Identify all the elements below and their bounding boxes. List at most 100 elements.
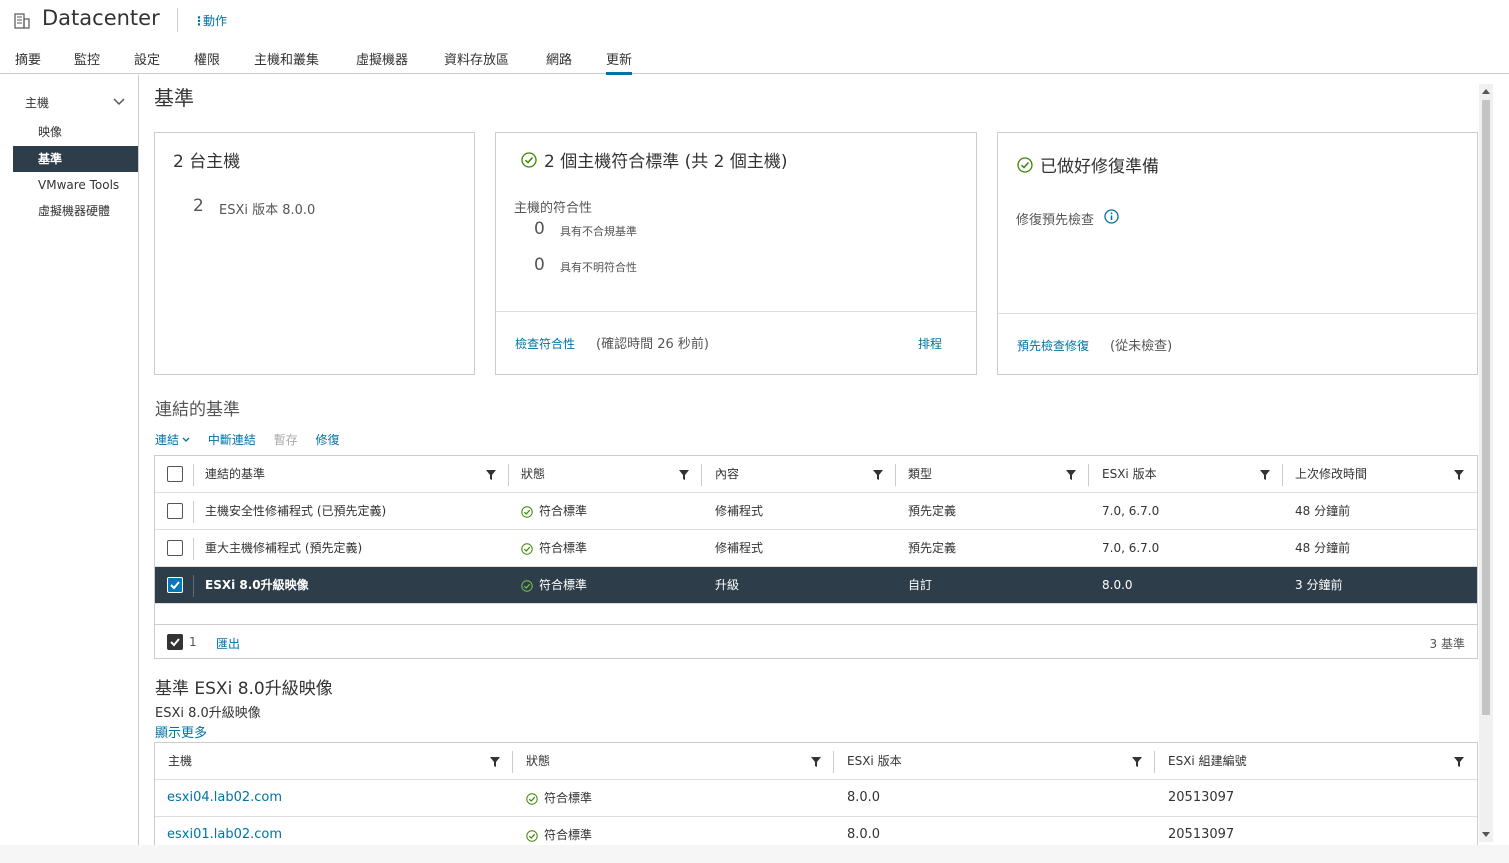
status-text: 符合標準 <box>544 828 593 842</box>
column-header-esxi-version[interactable]: ESXi 版本 <box>1102 456 1157 492</box>
sidebar-group-hosts[interactable]: 主機 <box>25 94 49 111</box>
filter-icon[interactable] <box>811 757 821 767</box>
info-icon[interactable] <box>1104 209 1119 224</box>
column-divider <box>508 464 509 486</box>
filter-icon[interactable] <box>486 470 496 480</box>
sidebar-item-vmware-tools[interactable]: VMware Tools <box>13 172 138 198</box>
host-status: 符合標準 <box>526 780 592 816</box>
host-build: 20513097 <box>1168 827 1235 842</box>
tab-permissions[interactable]: 權限 <box>194 49 220 73</box>
sidebar-item-images[interactable]: 映像 <box>13 119 138 145</box>
column-divider <box>833 751 834 773</box>
tab-configure[interactable]: 設定 <box>134 49 160 73</box>
filter-icon[interactable] <box>1454 757 1464 767</box>
row-checkbox[interactable] <box>167 540 183 556</box>
filter-icon[interactable] <box>1260 470 1270 480</box>
column-divider <box>1282 464 1283 486</box>
selected-count: 1 <box>189 635 197 649</box>
tab-bar: 摘要 監控 設定 權限 主機和叢集 虛擬機器 資料存放區 網路 更新 <box>0 42 1509 75</box>
unknown-count: 0 <box>534 255 545 275</box>
tab-monitor[interactable]: 監控 <box>74 49 100 73</box>
status-text: 符合標準 <box>544 791 593 805</box>
table-row[interactable]: esxi04.lab02.com 符合標準 8.0.0 20513097 <box>155 780 1477 817</box>
table-row[interactable]: 主機安全性修補程式 (已預先定義) 符合標準 修補程式 預先定義 7.0, 6.… <box>155 493 1477 530</box>
main-content: 基準 2 台主機 2 ESXi 版本 8.0.0 2 個主機符合標準 (共 2 … <box>140 75 1479 845</box>
check-compliance-link[interactable]: 檢查符合性 <box>515 335 575 352</box>
filter-icon[interactable] <box>1132 757 1142 767</box>
scrollbar-thumb[interactable] <box>1482 100 1490 715</box>
vertical-scrollbar[interactable] <box>1479 84 1493 842</box>
remediate-button[interactable]: 修復 <box>316 433 340 447</box>
column-header-type[interactable]: 類型 <box>908 456 932 492</box>
tab-hosts-clusters[interactable]: 主機和叢集 <box>254 49 319 73</box>
top-bar: Datacenter ⋮動作 <box>0 0 1509 42</box>
actions-menu-button[interactable]: ⋮動作 <box>193 12 227 29</box>
card-divider <box>496 311 976 312</box>
scroll-up-arrow-icon[interactable] <box>1482 89 1490 94</box>
column-header-content[interactable]: 內容 <box>715 456 739 492</box>
sidebar-item-baselines[interactable]: 基準 <box>13 146 138 172</box>
attach-button[interactable]: 連結 <box>155 433 190 447</box>
bottom-strip <box>0 845 1509 863</box>
tab-updates[interactable]: 更新 <box>606 49 633 75</box>
host-compliance-grid: 主機 狀態 ESXi 版本 ESXi 組建編號 esxi04.lab02.com… <box>154 742 1478 845</box>
tab-summary[interactable]: 摘要 <box>15 49 41 73</box>
host-status: 符合標準 <box>526 817 592 845</box>
tab-networks[interactable]: 網路 <box>546 49 572 73</box>
column-divider <box>512 751 513 773</box>
baseline-name: 主機安全性修補程式 (已預先定義) <box>205 504 387 518</box>
check-circle-icon <box>526 829 538 842</box>
hosts-card: 2 台主機 2 ESXi 版本 8.0.0 <box>154 132 475 375</box>
filter-icon[interactable] <box>1454 470 1464 480</box>
compliance-card-title: 2 個主機符合標準 (共 2 個主機) <box>544 152 788 172</box>
attached-baselines-title: 連結的基準 <box>155 400 240 420</box>
attached-baselines-grid: 連結的基準 狀態 內容 類型 ESXi 版本 上次修改時間 主機安全性修補程式 … <box>154 455 1478 659</box>
precheck-remediation-link[interactable]: 預先檢查修復 <box>1017 337 1089 354</box>
check-compliance-note: (確認時間 26 秒前) <box>596 337 709 352</box>
column-header-status[interactable]: 狀態 <box>521 456 545 492</box>
select-all-checkbox[interactable] <box>167 466 183 482</box>
column-header-esxi-version[interactable]: ESXi 版本 <box>847 743 902 779</box>
detach-button[interactable]: 中斷連結 <box>208 433 256 447</box>
show-more-link[interactable]: 顯示更多 <box>155 722 207 741</box>
remediation-card-title: 已做好修復準備 <box>1040 157 1159 177</box>
tab-datastores[interactable]: 資料存放區 <box>444 49 509 73</box>
table-row[interactable]: esxi01.lab02.com 符合標準 8.0.0 20513097 <box>155 817 1477 845</box>
column-header-last-modified[interactable]: 上次修改時間 <box>1295 456 1367 492</box>
filter-icon[interactable] <box>1066 470 1076 480</box>
column-header-host[interactable]: 主機 <box>168 743 192 779</box>
precheck-note: (從未檢查) <box>1110 339 1173 354</box>
detail-subtitle: ESXi 8.0升級映像 <box>155 706 261 721</box>
remediation-card: 已做好修復準備 修復預先檢查 預先檢查修復 (從未檢查) <box>997 132 1478 375</box>
table-row[interactable]: 重大主機修補程式 (預先定義) 符合標準 修補程式 預先定義 7.0, 6.7.… <box>155 530 1477 567</box>
host-link[interactable]: esxi01.lab02.com <box>167 817 282 845</box>
card-divider <box>998 313 1477 314</box>
baseline-type: 預先定義 <box>908 541 957 555</box>
column-divider <box>193 575 194 597</box>
stage-button[interactable]: 暫存 <box>274 433 298 447</box>
column-header-baseline[interactable]: 連結的基準 <box>205 456 265 492</box>
table-row-selected[interactable]: ESXi 8.0升級映像 符合標準 升級 自訂 8.0.0 3 分鐘前 <box>155 567 1477 604</box>
column-divider <box>193 501 194 523</box>
export-link[interactable]: 匯出 <box>216 635 240 652</box>
section-heading: 基準 <box>154 86 194 110</box>
footer-selection-checkbox[interactable] <box>167 634 183 650</box>
chevron-down-icon[interactable] <box>113 95 125 107</box>
row-checkbox[interactable] <box>167 503 183 519</box>
title-divider <box>177 8 178 32</box>
scroll-down-arrow-icon[interactable] <box>1482 832 1490 837</box>
row-checkbox-checked[interactable] <box>167 577 183 593</box>
filter-icon[interactable] <box>873 470 883 480</box>
filter-icon[interactable] <box>679 470 689 480</box>
tab-vms[interactable]: 虛擬機器 <box>356 49 408 73</box>
column-header-status[interactable]: 狀態 <box>526 743 550 779</box>
column-header-esxi-build[interactable]: ESXi 組建編號 <box>1168 743 1247 779</box>
host-link[interactable]: esxi04.lab02.com <box>167 780 282 816</box>
filter-icon[interactable] <box>490 757 500 767</box>
schedule-link[interactable]: 排程 <box>918 335 942 352</box>
column-divider <box>193 538 194 560</box>
baseline-name: 重大主機修補程式 (預先定義) <box>205 541 363 555</box>
sidebar-item-vm-hardware[interactable]: 虛擬機器硬體 <box>13 198 138 224</box>
attach-label: 連結 <box>155 433 180 447</box>
check-circle-icon <box>1017 157 1033 173</box>
